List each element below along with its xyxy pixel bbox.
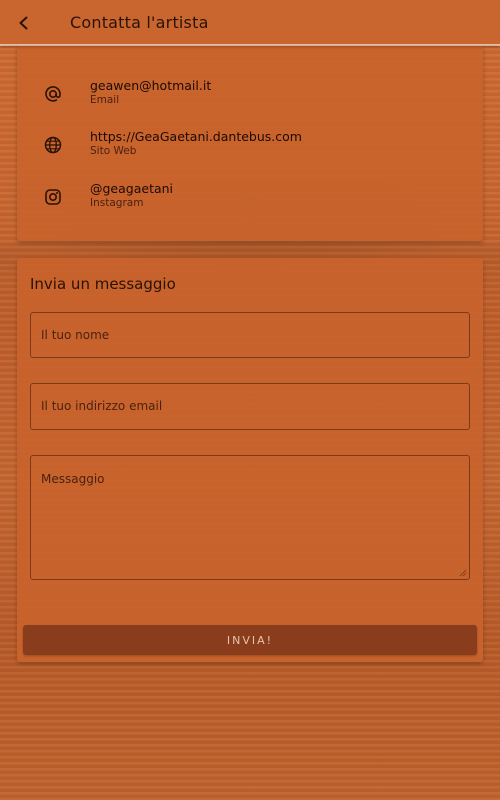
- page-title: Contatta l'artista: [70, 13, 209, 32]
- email-label: Email: [90, 94, 120, 106]
- app-bar: Contatta l'artista: [0, 0, 500, 46]
- website-value: https://GeaGaetani.dantebus.com: [90, 129, 302, 144]
- message-form-card: Invia un messaggio Il tuo nome Il tuo in…: [17, 258, 483, 662]
- contact-row-instagram[interactable]: @geagaetani Instagram: [17, 181, 483, 226]
- email-input[interactable]: Il tuo indirizzo email: [30, 383, 470, 430]
- name-input[interactable]: Il tuo nome: [30, 312, 470, 358]
- back-button[interactable]: [0, 0, 48, 45]
- globe-icon: [43, 135, 63, 155]
- resize-grip-icon[interactable]: [459, 569, 467, 577]
- at-sign-icon: [43, 84, 63, 104]
- message-textarea[interactable]: Messaggio: [30, 455, 470, 580]
- website-label: Sito Web: [90, 145, 137, 157]
- instagram-icon: [43, 187, 63, 207]
- message-form-title: Invia un messaggio: [30, 275, 176, 293]
- email-value: geawen@hotmail.it: [90, 78, 212, 93]
- contact-row-email[interactable]: geawen@hotmail.it Email: [17, 78, 483, 123]
- message-placeholder: Messaggio: [41, 472, 105, 486]
- name-placeholder: Il tuo nome: [41, 328, 110, 342]
- contact-row-website[interactable]: https://GeaGaetani.dantebus.com Sito Web: [17, 129, 483, 174]
- send-button[interactable]: INVIA!: [23, 625, 477, 655]
- contact-info-card: geawen@hotmail.it Email https://GeaGaeta…: [17, 45, 483, 241]
- email-placeholder: Il tuo indirizzo email: [41, 399, 163, 413]
- back-arrow-icon: [19, 16, 28, 29]
- instagram-label: Instagram: [90, 197, 144, 209]
- instagram-value: @geagaetani: [90, 181, 174, 196]
